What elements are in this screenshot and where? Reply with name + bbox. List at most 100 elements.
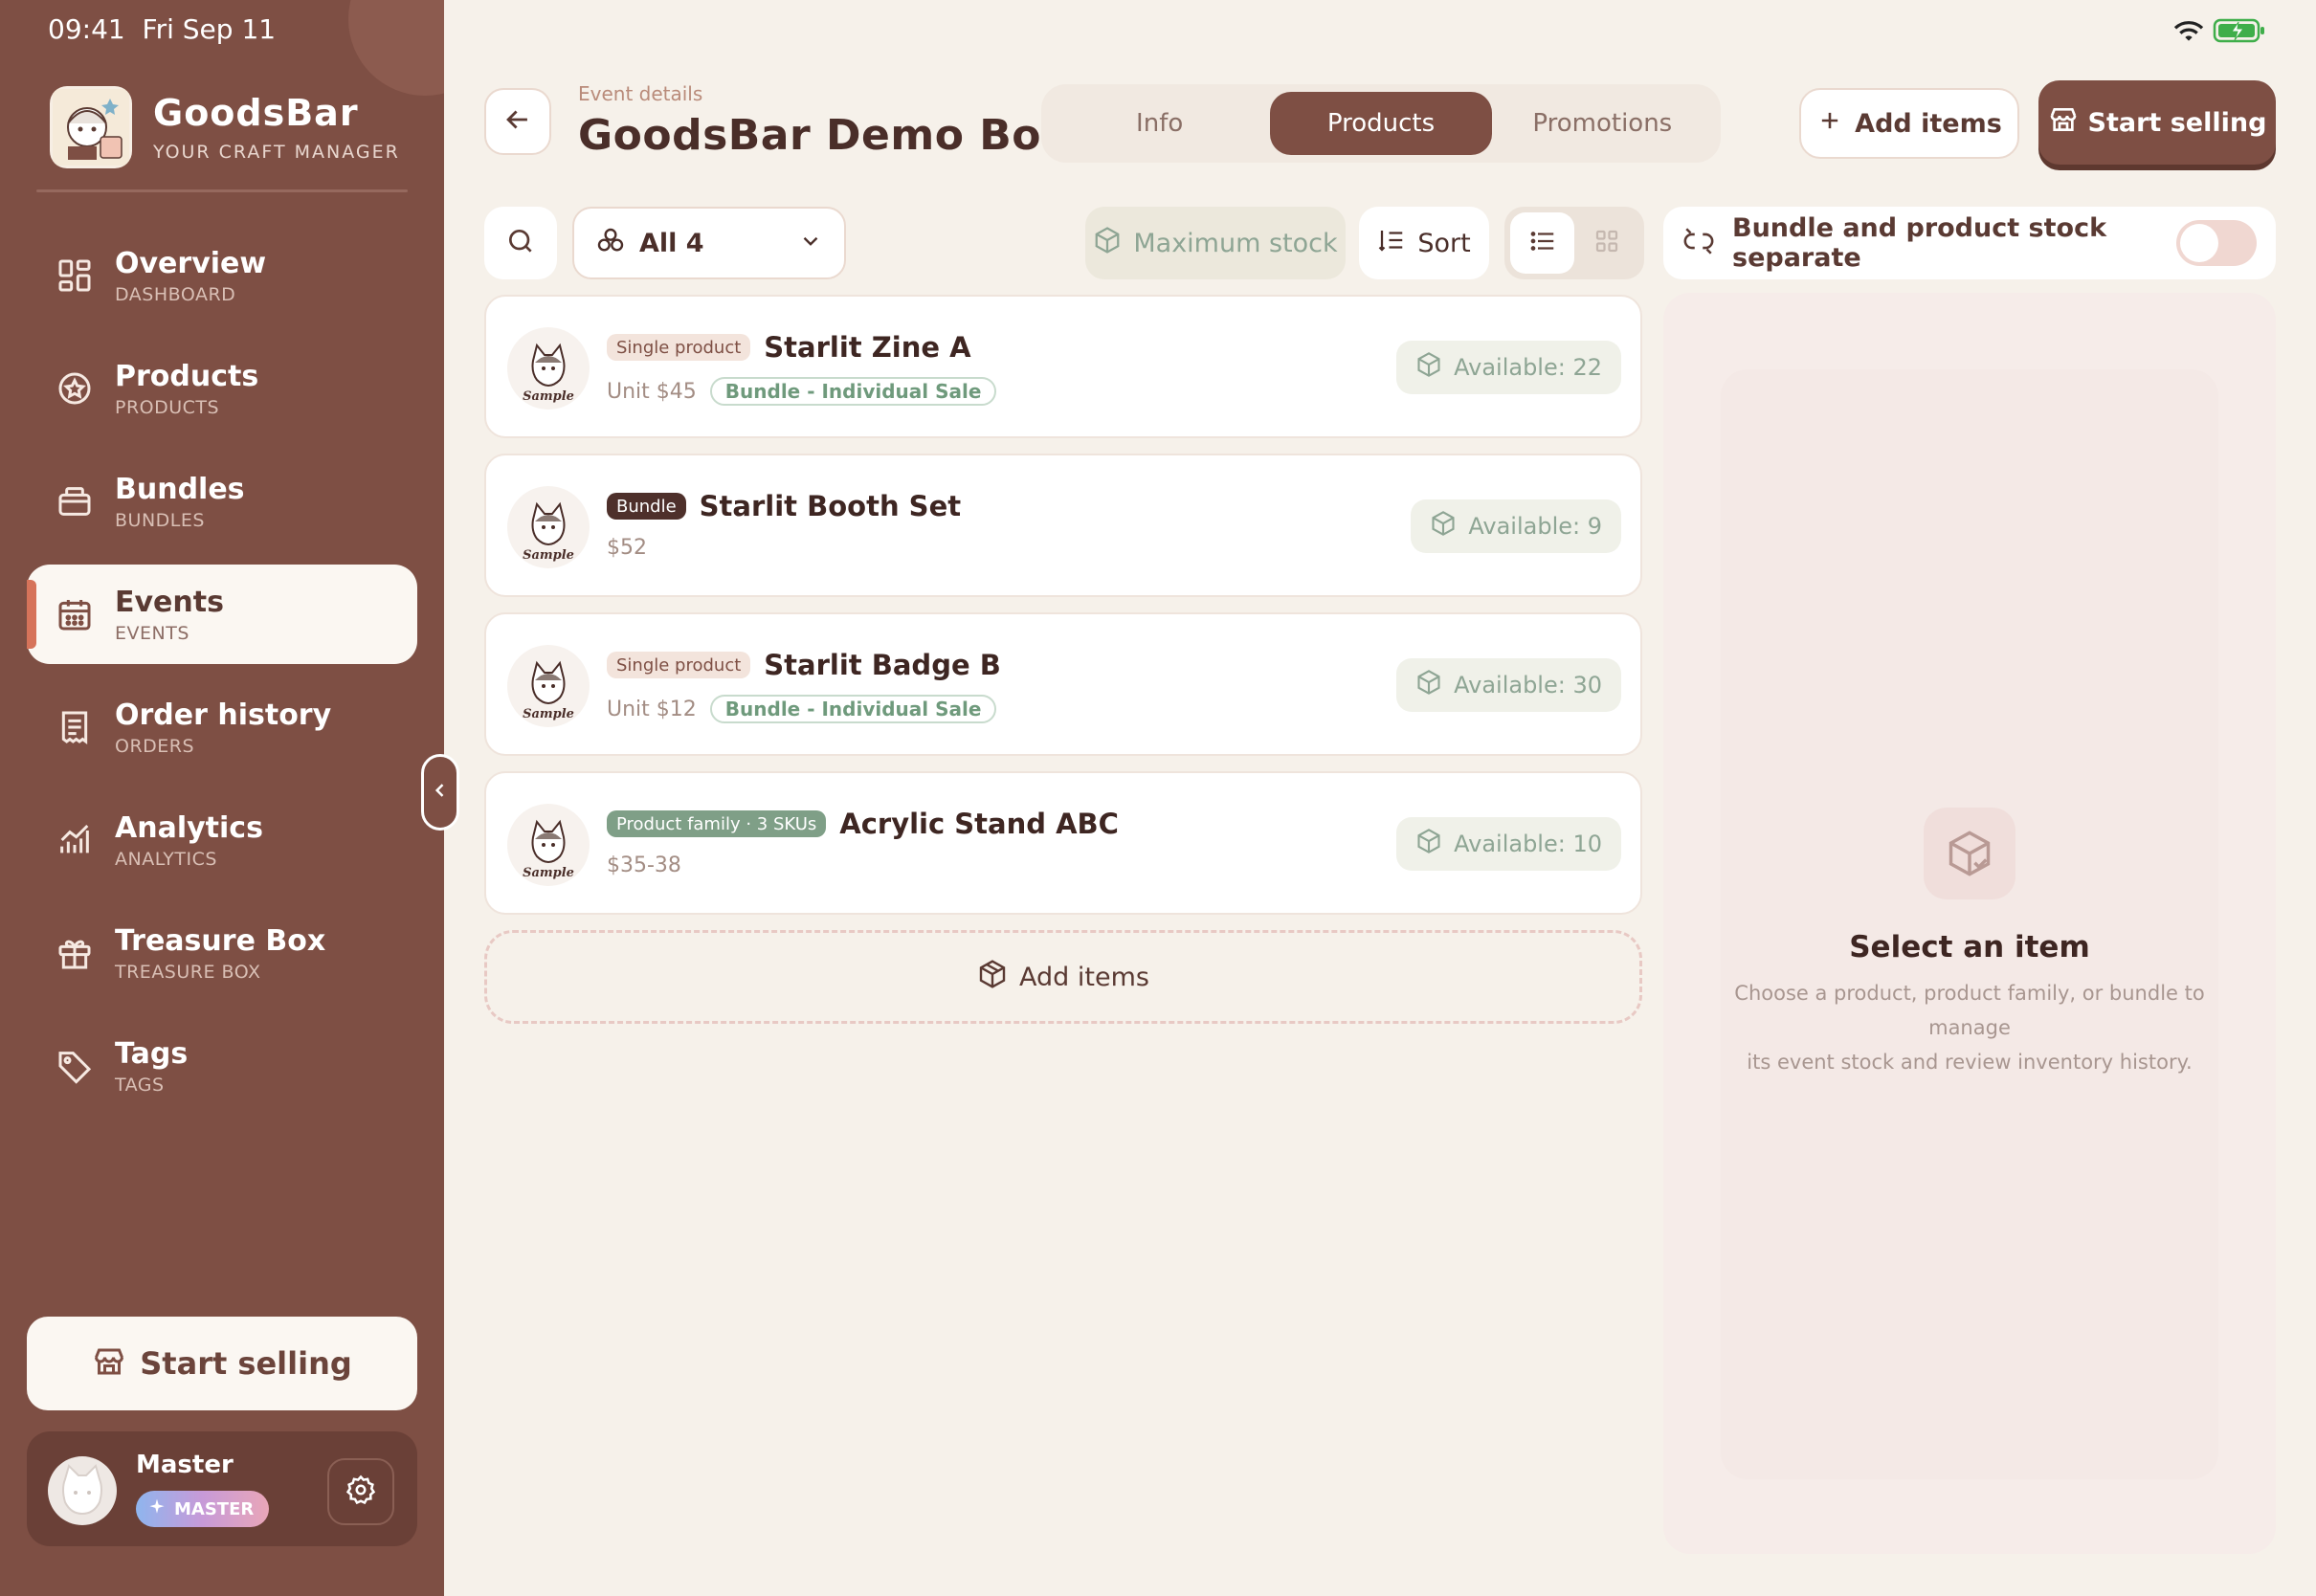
back-button[interactable] bbox=[484, 88, 551, 155]
sidebar-item-label: Products bbox=[115, 359, 259, 393]
sidebar-item-tags[interactable]: Tags TAGS bbox=[27, 1016, 417, 1116]
box-check-icon bbox=[1924, 808, 2015, 899]
decorative-circle bbox=[348, 0, 444, 96]
bag-icon bbox=[54, 480, 96, 522]
sidebar-item-sub: ANALYTICS bbox=[115, 848, 217, 870]
box-check-icon bbox=[1415, 669, 1442, 701]
product-thumbnail: Sample bbox=[507, 804, 590, 886]
grid-icon bbox=[1592, 227, 1621, 259]
cluster-icon bbox=[595, 226, 626, 260]
sidebar-item-sub: ORDERS bbox=[115, 735, 195, 757]
plus-icon bbox=[1816, 107, 1843, 141]
tab-promotions[interactable]: Promotions bbox=[1492, 92, 1713, 155]
box-check-icon bbox=[1415, 828, 1442, 860]
sidebar-item-order-history[interactable]: Order history ORDERS bbox=[27, 677, 417, 777]
start-selling-label: Start selling bbox=[140, 1345, 352, 1382]
sidebar-item-sub: DASHBOARD bbox=[115, 283, 236, 305]
sidebar-item-sub: PRODUCTS bbox=[115, 396, 220, 418]
sparkle-icon bbox=[147, 1497, 167, 1521]
sidebar-item-products[interactable]: Products PRODUCTS bbox=[27, 339, 417, 438]
list-item[interactable]: Sample Bundle Starlit Booth Set $52 Avai… bbox=[484, 454, 1642, 597]
user-card[interactable]: Master MASTER bbox=[27, 1431, 417, 1546]
tab-info[interactable]: Info bbox=[1049, 92, 1270, 155]
sidebar-start-selling-button[interactable]: Start selling bbox=[27, 1317, 417, 1410]
product-type-badge: Single product bbox=[607, 652, 751, 678]
user-name: Master bbox=[136, 1451, 234, 1479]
sidebar-item-sub: EVENTS bbox=[115, 622, 189, 644]
gear-icon bbox=[345, 1474, 377, 1510]
sidebar-item-events[interactable]: Events EVENTS bbox=[27, 565, 417, 664]
list-view-button[interactable] bbox=[1510, 212, 1574, 274]
tag-icon bbox=[54, 1045, 96, 1087]
product-price: $35-38 bbox=[607, 853, 681, 877]
product-price: Unit $12 bbox=[607, 697, 697, 721]
item-detail-panel: Select an item Choose a product, product… bbox=[1663, 293, 2276, 1554]
product-price: $52 bbox=[607, 536, 647, 560]
breadcrumb: Event details bbox=[578, 82, 703, 105]
product-type-badge: Bundle bbox=[607, 493, 686, 520]
chevron-down-icon bbox=[798, 229, 823, 257]
sidebar-item-sub: BUNDLES bbox=[115, 509, 205, 531]
product-name: Starlit Badge B bbox=[764, 649, 1001, 681]
wifi-icon bbox=[2172, 18, 2205, 47]
availability-badge: Available: 30 bbox=[1396, 658, 1621, 712]
product-name: Acrylic Stand ABC bbox=[839, 808, 1119, 840]
sidebar-item-label: Treasure Box bbox=[115, 923, 326, 958]
box-check-icon bbox=[1415, 351, 1442, 384]
status-time: 09:41 Fri Sep 11 bbox=[48, 13, 277, 45]
availability-badge: Available: 9 bbox=[1411, 499, 1621, 553]
product-thumbnail: Sample bbox=[507, 645, 590, 727]
product-type-badge: Single product bbox=[607, 334, 751, 361]
status-icons bbox=[2172, 17, 2266, 48]
sidebar-item-sub: TREASURE BOX bbox=[115, 961, 261, 983]
bundle-stock-separate-setting: Bundle and product stock separate bbox=[1663, 207, 2276, 279]
chevron-left-icon bbox=[431, 781, 450, 804]
start-selling-button[interactable]: Start selling bbox=[2038, 80, 2276, 165]
sidebar-item-label: Tags bbox=[115, 1036, 189, 1071]
tab-products[interactable]: Products bbox=[1270, 92, 1492, 155]
view-mode-toggle bbox=[1504, 207, 1644, 279]
empty-state-description: Choose a product, product family, or bun… bbox=[1734, 982, 2205, 1074]
sort-icon bbox=[1377, 226, 1406, 261]
gift-icon bbox=[54, 932, 96, 974]
receipt-icon bbox=[54, 706, 96, 748]
settings-button[interactable] bbox=[327, 1458, 394, 1525]
divider bbox=[36, 189, 408, 192]
calendar-icon bbox=[54, 593, 96, 635]
brand-logo-icon bbox=[50, 86, 132, 168]
list-item[interactable]: Sample Product family · 3 SKUs Acrylic S… bbox=[484, 771, 1642, 915]
add-items-button[interactable]: Add items bbox=[1799, 88, 2019, 159]
brand[interactable]: GoodsBar YOUR CRAFT MANAGER bbox=[50, 86, 400, 168]
sidebar-item-treasure-box[interactable]: Treasure Box TREASURE BOX bbox=[27, 903, 417, 1003]
product-type-badge: Product family · 3 SKUs bbox=[607, 810, 827, 837]
tab-bar: Info Products Promotions bbox=[1041, 84, 1721, 163]
maximum-stock-button[interactable]: Maximum stock bbox=[1085, 207, 1346, 279]
category-filter-dropdown[interactable]: All 4 bbox=[572, 207, 846, 279]
sort-button[interactable]: Sort bbox=[1359, 207, 1489, 279]
sidebar-nav: Overview DASHBOARD Products PRODUCTS Bundl… bbox=[27, 226, 417, 1129]
star-badge-icon bbox=[54, 367, 96, 410]
product-name: Starlit Booth Set bbox=[699, 490, 962, 522]
filter-value: All 4 bbox=[639, 228, 704, 258]
search-button[interactable] bbox=[484, 207, 557, 279]
list-item[interactable]: Sample Single product Starlit Badge B Un… bbox=[484, 612, 1642, 756]
detail-placeholder bbox=[1721, 369, 2218, 1479]
sidebar-item-label: Order history bbox=[115, 698, 332, 732]
avatar bbox=[48, 1456, 117, 1525]
grid-view-button[interactable] bbox=[1574, 212, 1638, 274]
sidebar-item-bundles[interactable]: Bundles BUNDLES bbox=[27, 452, 417, 551]
empty-state-title: Select an item bbox=[1849, 930, 2090, 964]
brand-tagline: YOUR CRAFT MANAGER bbox=[153, 142, 400, 163]
sidebar-item-overview[interactable]: Overview DASHBOARD bbox=[27, 226, 417, 325]
sidebar: 09:41 Fri Sep 11 GoodsBar YOUR CRAFT MAN… bbox=[0, 0, 444, 1596]
collapse-sidebar-button[interactable] bbox=[421, 754, 459, 831]
box-icon bbox=[977, 959, 1008, 996]
sidebar-item-analytics[interactable]: Analytics ANALYTICS bbox=[27, 790, 417, 890]
list-item[interactable]: Sample Single product Starlit Zine A Uni… bbox=[484, 295, 1642, 438]
arrow-left-icon bbox=[501, 103, 534, 140]
bundle-stock-switch[interactable] bbox=[2176, 220, 2257, 266]
add-items-dashed-button[interactable]: Add items bbox=[484, 930, 1642, 1024]
brand-name: GoodsBar bbox=[153, 92, 359, 134]
sidebar-item-label: Analytics bbox=[115, 810, 263, 845]
availability-badge: Available: 22 bbox=[1396, 341, 1621, 394]
